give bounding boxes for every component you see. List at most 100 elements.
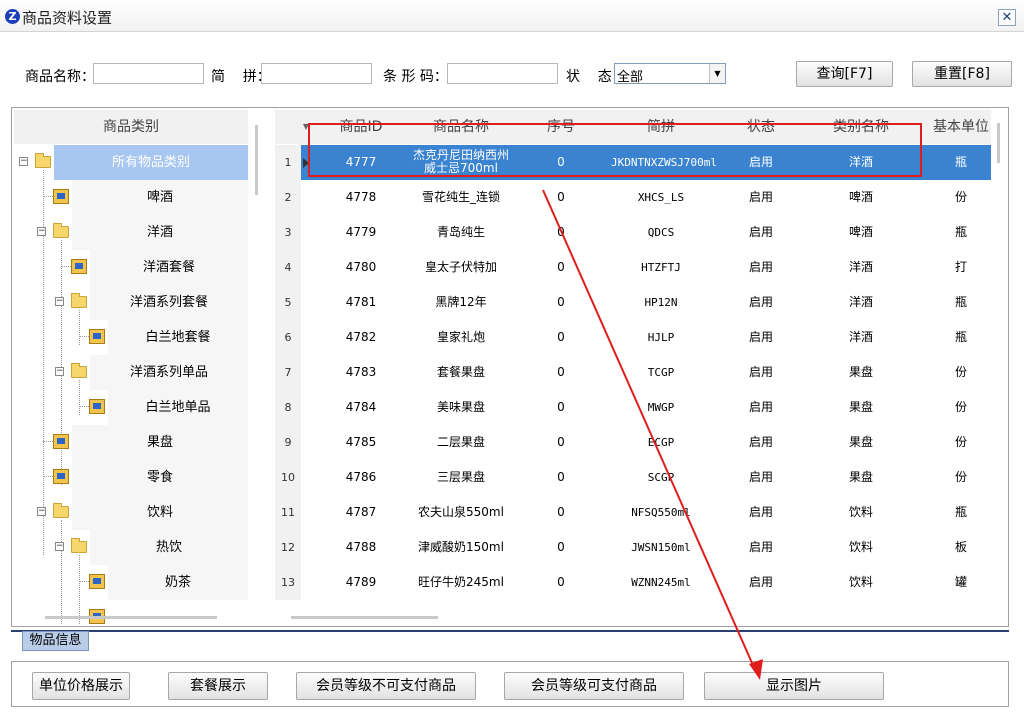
column-header-id[interactable]: 商品ID: [311, 110, 411, 144]
pinyin-input[interactable]: [261, 63, 372, 84]
dropdown-arrow-icon[interactable]: ▼: [709, 64, 725, 83]
cell-status: 启用: [748, 155, 773, 169]
table-row[interactable]: 5 4781 黑牌12年 0 HP12N 启用 洋酒 瓶: [275, 285, 991, 320]
category-item-icon: [53, 469, 69, 484]
table-row[interactable]: 11 4787 农夫山泉550ml 0 NFSQ550ml 启用 饮料 瓶: [275, 495, 991, 530]
tree-node-liquor-series-single[interactable]: − 洋酒系列单品: [14, 355, 248, 390]
column-header-status[interactable]: 状态: [711, 110, 811, 144]
cell-id: 4789: [345, 575, 377, 589]
tab-item-info[interactable]: 物品信息: [22, 631, 89, 651]
column-header-seq[interactable]: 序号: [511, 110, 611, 144]
table-row[interactable]: 8 4784 美味果盘 0 MWGP 启用 果盘 份: [275, 390, 991, 425]
table-row[interactable]: 10 4786 三层果盘 0 SCGP 启用 果盘 份: [275, 460, 991, 495]
cell-seq: 0: [557, 505, 565, 519]
member-pay-button[interactable]: 会员等级可支付商品: [504, 672, 684, 700]
tree-node-label: 洋酒套餐: [90, 250, 248, 285]
cell-name: 杰克丹尼田纳西州威士忌700ml: [412, 148, 509, 175]
cell-name: 青岛纯生: [436, 225, 485, 239]
app-logo-icon: Z: [5, 9, 20, 24]
collapse-icon[interactable]: −: [55, 542, 64, 551]
cell-seq: 0: [557, 470, 565, 484]
cell-status: 启用: [748, 365, 773, 379]
tree-node-liquor-package[interactable]: 洋酒套餐: [14, 250, 248, 285]
table-row[interactable]: 13 4789 旺仔牛奶245ml 0 WZNN245ml 启用 饮料 罐: [275, 565, 991, 600]
tree-node-hot-drinks[interactable]: − 热饮: [14, 530, 248, 565]
grid-horizontal-scrollbar[interactable]: [291, 616, 438, 619]
cell-seq: 0: [557, 435, 565, 449]
cell-unit: 瓶: [954, 225, 967, 239]
tree-node-milk-tea[interactable]: 奶茶: [14, 565, 248, 600]
row-number: 10: [275, 460, 301, 495]
cell-status: 启用: [748, 505, 773, 519]
column-header-category[interactable]: 类别名称: [811, 110, 911, 144]
status-select[interactable]: 全部 ▼: [614, 63, 726, 85]
cell-unit: 瓶: [954, 330, 967, 344]
cell-seq: 0: [557, 365, 565, 379]
close-button[interactable]: ✕: [998, 9, 1016, 26]
package-button[interactable]: 套餐展示: [168, 672, 268, 700]
collapse-icon[interactable]: −: [55, 367, 64, 376]
tree-node-liquor-series-package[interactable]: − 洋酒系列套餐: [14, 285, 248, 320]
cell-id: 4788: [345, 540, 377, 554]
table-row[interactable]: 12 4788 津威酸奶150ml 0 JWSN150ml 启用 饮料 板: [275, 530, 991, 565]
cell-seq: 0: [557, 330, 565, 344]
column-header-name[interactable]: 商品名称: [411, 110, 511, 144]
collapse-icon[interactable]: −: [55, 297, 64, 306]
tree-node-brandy-single[interactable]: 白兰地单品: [14, 390, 248, 425]
cell-category: 洋酒: [848, 155, 873, 169]
table-row[interactable]: 9 4785 二层果盘 0 ECGP 启用 果盘 份: [275, 425, 991, 460]
grid-vertical-scrollbar[interactable]: [997, 123, 1000, 163]
cell-category: 果盘: [848, 435, 873, 449]
table-row[interactable]: 3 4779 青岛纯生 0 QDCS 启用 啤酒 瓶: [275, 215, 991, 250]
row-number: 12: [275, 530, 301, 565]
tree-vertical-scrollbar[interactable]: [255, 125, 258, 195]
tree-node-brandy-package[interactable]: 白兰地套餐: [14, 320, 248, 355]
name-input[interactable]: [93, 63, 204, 84]
cell-seq: 0: [557, 400, 565, 414]
tree-node-snacks[interactable]: 零食: [14, 460, 248, 495]
collapse-icon[interactable]: −: [37, 227, 46, 236]
collapse-icon[interactable]: −: [37, 507, 46, 516]
unit-price-button[interactable]: 单位价格展示: [32, 672, 130, 700]
cell-name: 农夫山泉550ml: [418, 505, 504, 519]
tree-node-all-categories[interactable]: − 所有物品类别: [14, 145, 248, 180]
tree-node-beer[interactable]: 啤酒: [14, 180, 248, 215]
barcode-input[interactable]: [447, 63, 558, 84]
cell-category: 饮料: [848, 540, 873, 554]
folder-icon: [71, 538, 87, 553]
table-row[interactable]: 2 4778 雪花纯生_连锁 0 XHCS_LS 启用 啤酒 份: [275, 180, 991, 215]
show-image-button[interactable]: 显示图片: [704, 672, 884, 700]
row-number: 1: [275, 145, 301, 180]
table-row[interactable]: 6 4782 皇家礼炮 0 HJLP 启用 洋酒 瓶: [275, 320, 991, 355]
category-tree: 商品类别 − 所有物品类别 啤酒 − 洋酒 洋酒套餐 − 洋酒系列套餐 白兰地套…: [14, 110, 260, 624]
table-row[interactable]: 1 4777 杰克丹尼田纳西州威士忌700ml 0 JKDNTNXZWSJ700…: [275, 145, 991, 180]
tree-horizontal-scrollbar[interactable]: [45, 616, 217, 619]
cell-pinyin: JWSN150ml: [631, 541, 691, 554]
reset-button[interactable]: 重置[F8]: [912, 61, 1012, 87]
cell-pinyin: ECGP: [647, 436, 675, 449]
cell-name: 津威酸奶150ml: [418, 540, 504, 554]
cell-unit: 份: [954, 470, 967, 484]
cell-status: 启用: [748, 470, 773, 484]
cell-status: 启用: [748, 330, 773, 344]
table-row[interactable]: 7 4783 套餐果盘 0 TCGP 启用 果盘 份: [275, 355, 991, 390]
cell-status: 启用: [748, 540, 773, 554]
tree-node-liquor[interactable]: − 洋酒: [14, 215, 248, 250]
member-no-pay-button[interactable]: 会员等级不可支付商品: [296, 672, 476, 700]
cell-category: 果盘: [848, 365, 873, 379]
cell-id: 4779: [345, 225, 377, 239]
folder-icon: [71, 293, 87, 308]
tree-node-label: 饮料: [72, 495, 248, 530]
column-header-unit[interactable]: 基本单位: [911, 110, 991, 144]
table-row[interactable]: 4 4780 皇太子伏特加 0 HTZFTJ 启用 洋酒 打: [275, 250, 991, 285]
category-item-icon: [53, 434, 69, 449]
tree-node-drinks[interactable]: − 饮料: [14, 495, 248, 530]
collapse-icon[interactable]: −: [19, 157, 28, 166]
cell-pinyin: HJLP: [647, 331, 675, 344]
column-header-pinyin[interactable]: 简拼: [611, 110, 711, 144]
tree-node-fruit-plate[interactable]: 果盘: [14, 425, 248, 460]
cell-id: 4780: [345, 260, 377, 274]
tree-node-label: 白兰地单品: [108, 390, 248, 425]
query-button[interactable]: 查询[F7]: [796, 61, 893, 87]
row-number: 7: [275, 355, 301, 390]
